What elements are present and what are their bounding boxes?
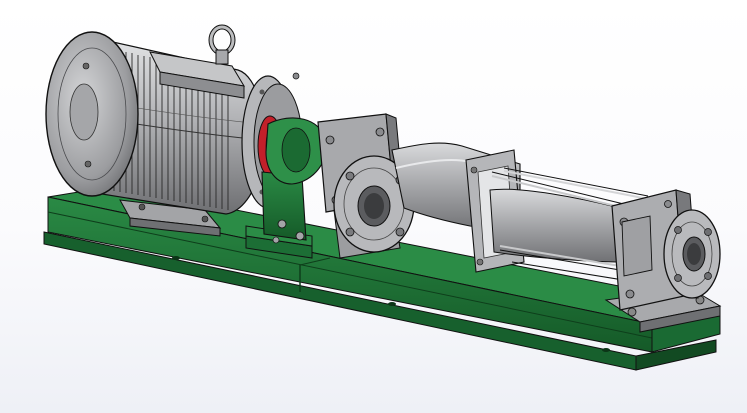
- pump-assembly-drawing: [43, 24, 722, 371]
- cad-viewport[interactable]: [0, 0, 747, 413]
- discharge-housing: [604, 189, 722, 333]
